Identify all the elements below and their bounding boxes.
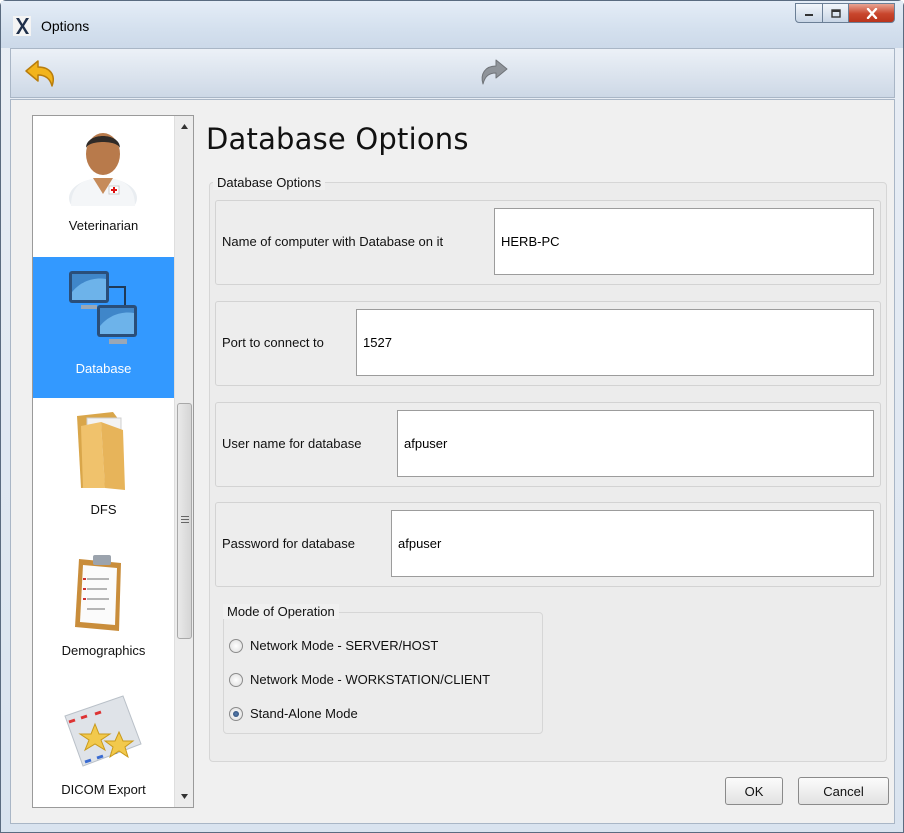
- password-label: Password for database: [222, 536, 355, 551]
- radio-network-workstation[interactable]: Network Mode - WORKSTATION/CLIENT: [229, 672, 490, 687]
- scroll-down-button[interactable]: [175, 788, 193, 805]
- close-icon: [866, 7, 877, 19]
- sidebar-scrollbar[interactable]: [174, 116, 193, 807]
- minimize-icon: [805, 14, 813, 16]
- sidebar-item-dfs[interactable]: DFS: [33, 398, 174, 539]
- radio-label: Network Mode - SERVER/HOST: [250, 638, 439, 653]
- window-controls: [795, 3, 895, 23]
- navigation-toolbar: [10, 48, 895, 98]
- sidebar-item-label: Demographics: [61, 643, 146, 658]
- sidebar-item-demographics[interactable]: Demographics: [33, 539, 174, 680]
- password-row: Password for database: [215, 502, 881, 587]
- envelope-stars-icon: [64, 695, 142, 767]
- sidebar-item-label: DFS: [90, 502, 117, 517]
- computer-name-row: Name of computer with Database on it: [215, 200, 881, 285]
- radio-button[interactable]: [229, 672, 243, 687]
- scroll-down-icon: [181, 794, 188, 799]
- username-label: User name for database: [222, 436, 362, 451]
- radio-button[interactable]: [229, 638, 243, 653]
- minimize-button[interactable]: [795, 3, 823, 23]
- folder-icon: [77, 412, 125, 490]
- maximize-icon: [830, 8, 841, 18]
- options-window: Options Veterinarian Database DFS Demogr…: [0, 0, 904, 833]
- window-title: Options: [41, 18, 90, 34]
- computer-name-input[interactable]: [494, 208, 874, 275]
- scroll-up-button[interactable]: [175, 118, 193, 135]
- maximize-button[interactable]: [823, 3, 849, 23]
- scroll-thumb[interactable]: [177, 403, 192, 639]
- username-row: User name for database: [215, 402, 881, 487]
- radio-button-checked[interactable]: [229, 706, 243, 721]
- cancel-button[interactable]: Cancel: [798, 777, 889, 805]
- options-category-list: Veterinarian Database DFS Demographics D…: [32, 115, 194, 808]
- sidebar-item-label: Database: [75, 361, 132, 376]
- page-title: Database Options: [206, 122, 469, 156]
- sidebar-item-label: DICOM Export: [61, 782, 146, 797]
- sidebar-item-label: Veterinarian: [68, 218, 139, 233]
- database-options-group-label: Database Options: [213, 175, 326, 190]
- scroll-grip-icon: [181, 516, 189, 523]
- username-input[interactable]: [397, 410, 874, 477]
- forward-arrow-icon[interactable]: [476, 57, 510, 89]
- port-input[interactable]: [356, 309, 874, 376]
- ok-button[interactable]: OK: [725, 777, 783, 805]
- computer-name-label: Name of computer with Database on it: [222, 234, 444, 249]
- radio-network-server[interactable]: Network Mode - SERVER/HOST: [229, 638, 438, 653]
- veterinarian-icon: [69, 133, 137, 206]
- sidebar-item-database[interactable]: Database: [33, 257, 174, 398]
- radio-stand-alone[interactable]: Stand-Alone Mode: [229, 706, 358, 721]
- back-arrow-icon[interactable]: [23, 57, 59, 91]
- database-computers-icon: [69, 271, 137, 344]
- scroll-up-icon: [181, 124, 188, 129]
- port-label: Port to connect to: [222, 335, 324, 350]
- sidebar-item-veterinarian[interactable]: Veterinarian: [33, 116, 174, 257]
- mode-of-operation-label: Mode of Operation: [223, 604, 339, 619]
- title-bar: Options: [1, 1, 903, 48]
- close-button[interactable]: [849, 3, 895, 23]
- port-row: Port to connect to: [215, 301, 881, 386]
- password-input[interactable]: [391, 510, 874, 577]
- radio-label: Network Mode - WORKSTATION/CLIENT: [250, 672, 491, 687]
- clipboard-icon: [75, 555, 121, 631]
- sidebar-item-dicom-export[interactable]: DICOM Export: [33, 680, 174, 807]
- radio-label: Stand-Alone Mode: [250, 706, 358, 721]
- app-x-icon: [13, 16, 31, 36]
